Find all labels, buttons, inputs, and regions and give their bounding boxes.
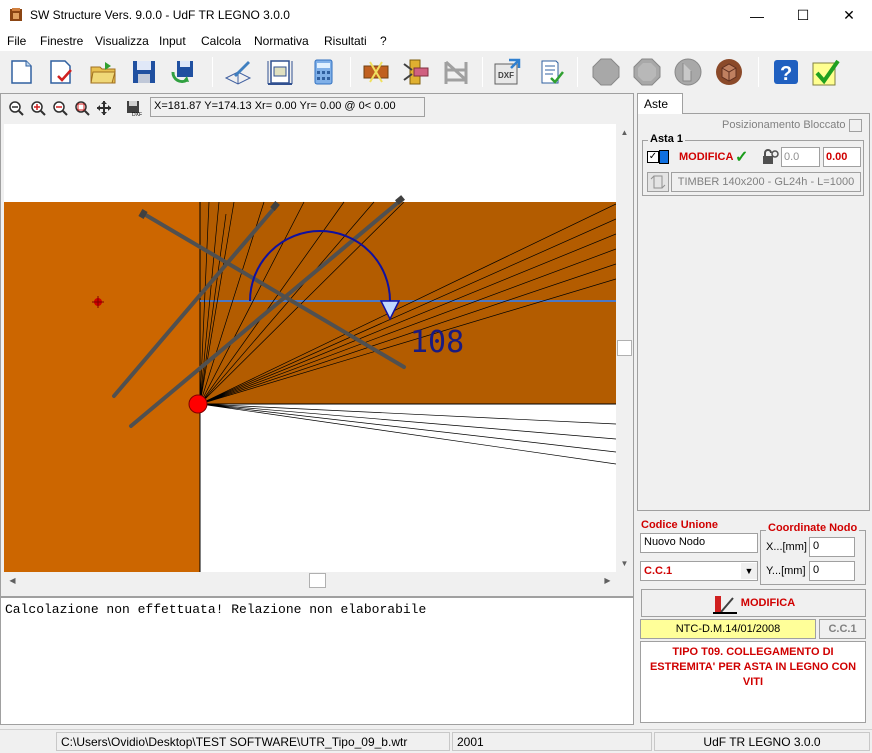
cc-select[interactable]: C.C.1 ▼: [640, 561, 758, 581]
toolbar-separator: [577, 57, 578, 87]
toolbar-separator: [482, 57, 483, 87]
save-icon[interactable]: [128, 56, 160, 88]
vertical-scroll-thumb[interactable]: [617, 340, 632, 356]
x-label: X...[mm]: [766, 541, 807, 553]
angle-label: 108: [410, 325, 464, 360]
dxf-save-icon[interactable]: DXF: [124, 98, 144, 118]
zoom-window-icon[interactable]: [72, 98, 92, 118]
chevron-down-icon[interactable]: ▼: [741, 563, 757, 579]
asta-modify-label[interactable]: MODIFICA: [679, 151, 733, 163]
box-icon[interactable]: [713, 56, 745, 88]
asta-section-icon[interactable]: [647, 172, 669, 192]
scroll-up-icon[interactable]: ▲: [616, 124, 633, 141]
horizontal-scrollbar[interactable]: ◀ ▶: [4, 572, 616, 589]
menu-visualizza[interactable]: Visualizza: [95, 34, 149, 48]
horizontal-scroll-thumb[interactable]: [309, 573, 326, 588]
frame-icon[interactable]: [440, 56, 472, 88]
menu-calcola[interactable]: Calcola: [201, 34, 241, 48]
menu-file[interactable]: File: [7, 34, 26, 48]
asta-title: Asta 1: [648, 133, 686, 145]
zoom-minus-icon[interactable]: [50, 98, 70, 118]
asta-confirm-icon[interactable]: ✓: [735, 147, 748, 167]
modify-button[interactable]: MODIFICA: [641, 589, 866, 617]
stop-icon[interactable]: [590, 56, 622, 88]
verify-icon[interactable]: [810, 56, 842, 88]
status-file-path: C:\Users\Ovidio\Desktop\TEST SOFTWARE\UT…: [56, 732, 450, 751]
menu-normativa[interactable]: Normativa: [254, 34, 309, 48]
scale-icon[interactable]: [264, 56, 296, 88]
status-code: 2001: [452, 732, 652, 751]
save-refresh-icon[interactable]: [167, 56, 199, 88]
node-marker[interactable]: [188, 394, 208, 414]
cc-code-label: C.C.1: [819, 619, 866, 639]
scroll-left-icon[interactable]: ◀: [4, 572, 21, 589]
menu-finestre[interactable]: Finestre: [40, 34, 83, 48]
svg-text:DXF: DXF: [498, 71, 514, 80]
dxf-export-icon[interactable]: DXF: [492, 56, 524, 88]
tab-aste[interactable]: Aste: [637, 93, 683, 114]
svg-text:DXF: DXF: [132, 112, 142, 116]
cc-select-value: C.C.1: [644, 565, 673, 577]
octagon-icon[interactable]: [631, 56, 663, 88]
book-pen-icon[interactable]: [222, 56, 254, 88]
toolbar-separator: [350, 57, 351, 87]
column-member: [4, 202, 200, 572]
message-text: Calcolazione non effettuata! Relazione n…: [5, 602, 427, 617]
asta-visible-checkbox[interactable]: ✓: [647, 151, 659, 163]
calculator-icon[interactable]: [307, 56, 339, 88]
vertical-scrollbar[interactable]: ▲ ▼: [616, 124, 633, 572]
toolbar-separator: [212, 57, 213, 87]
pan-icon[interactable]: [94, 98, 114, 118]
window-title: SW Structure Vers. 9.0.0 - UdF TR LEGNO …: [30, 8, 290, 22]
coordinate-label: Coordinate Nodo: [766, 522, 860, 534]
connection-icon[interactable]: [400, 56, 432, 88]
menu-help[interactable]: ?: [380, 34, 387, 48]
menu-risultati[interactable]: Risultati: [324, 34, 367, 48]
status-product: UdF TR LEGNO 3.0.0: [654, 732, 870, 751]
scroll-down-icon[interactable]: ▼: [616, 555, 633, 572]
minimize-button[interactable]: —: [734, 0, 780, 31]
codice-unione-input[interactable]: Nuovo Nodo: [640, 533, 758, 553]
drawing-canvas[interactable]: 108: [4, 124, 616, 572]
codice-unione-label: Codice Unione: [641, 519, 719, 531]
asta-description: TIMBER 140x200 - GL24h - L=1000: [671, 172, 861, 192]
normativa-label: NTC-D.M.14/01/2008: [640, 619, 816, 639]
toolbar-separator: [758, 57, 759, 87]
app-icon: [8, 7, 24, 23]
cut-icon[interactable]: [672, 56, 704, 88]
asta-color-swatch[interactable]: [659, 150, 669, 164]
lock-icon[interactable]: [760, 148, 780, 169]
modify-button-label: MODIFICA: [740, 597, 796, 609]
blocked-position-checkbox[interactable]: [849, 119, 862, 132]
new-icon[interactable]: [5, 56, 37, 88]
close-button[interactable]: ✕: [826, 0, 872, 31]
x-input[interactable]: 0: [809, 537, 855, 557]
connection-edit-icon: [712, 596, 737, 614]
coordinates-readout: X=181.87 Y=174.13 Xr= 0.00 Yr= 0.00 @ 0<…: [150, 97, 425, 117]
beam-icon[interactable]: [360, 56, 392, 88]
open-folder-icon[interactable]: [87, 56, 119, 88]
help-icon[interactable]: ?: [770, 56, 802, 88]
asta-rotation-field[interactable]: 0.0: [781, 147, 820, 167]
maximize-button[interactable]: ☐: [780, 0, 826, 31]
zoom-out-icon[interactable]: [6, 98, 26, 118]
blocked-position-label: Posizionamento Bloccato: [722, 119, 846, 131]
y-label: Y...[mm]: [766, 565, 806, 577]
scroll-right-icon[interactable]: ▶: [599, 572, 616, 589]
menu-input[interactable]: Input: [159, 34, 186, 48]
report-check-icon[interactable]: [535, 56, 567, 88]
connection-type-description: TIPO T09. COLLEGAMENTO DI ESTREMITA' PER…: [640, 641, 866, 723]
edit-check-icon[interactable]: [45, 56, 77, 88]
asta-offset-field[interactable]: 0.00: [823, 147, 861, 167]
svg-text:?: ?: [780, 63, 792, 85]
zoom-in-icon[interactable]: [28, 98, 48, 118]
y-input[interactable]: 0: [809, 561, 855, 581]
